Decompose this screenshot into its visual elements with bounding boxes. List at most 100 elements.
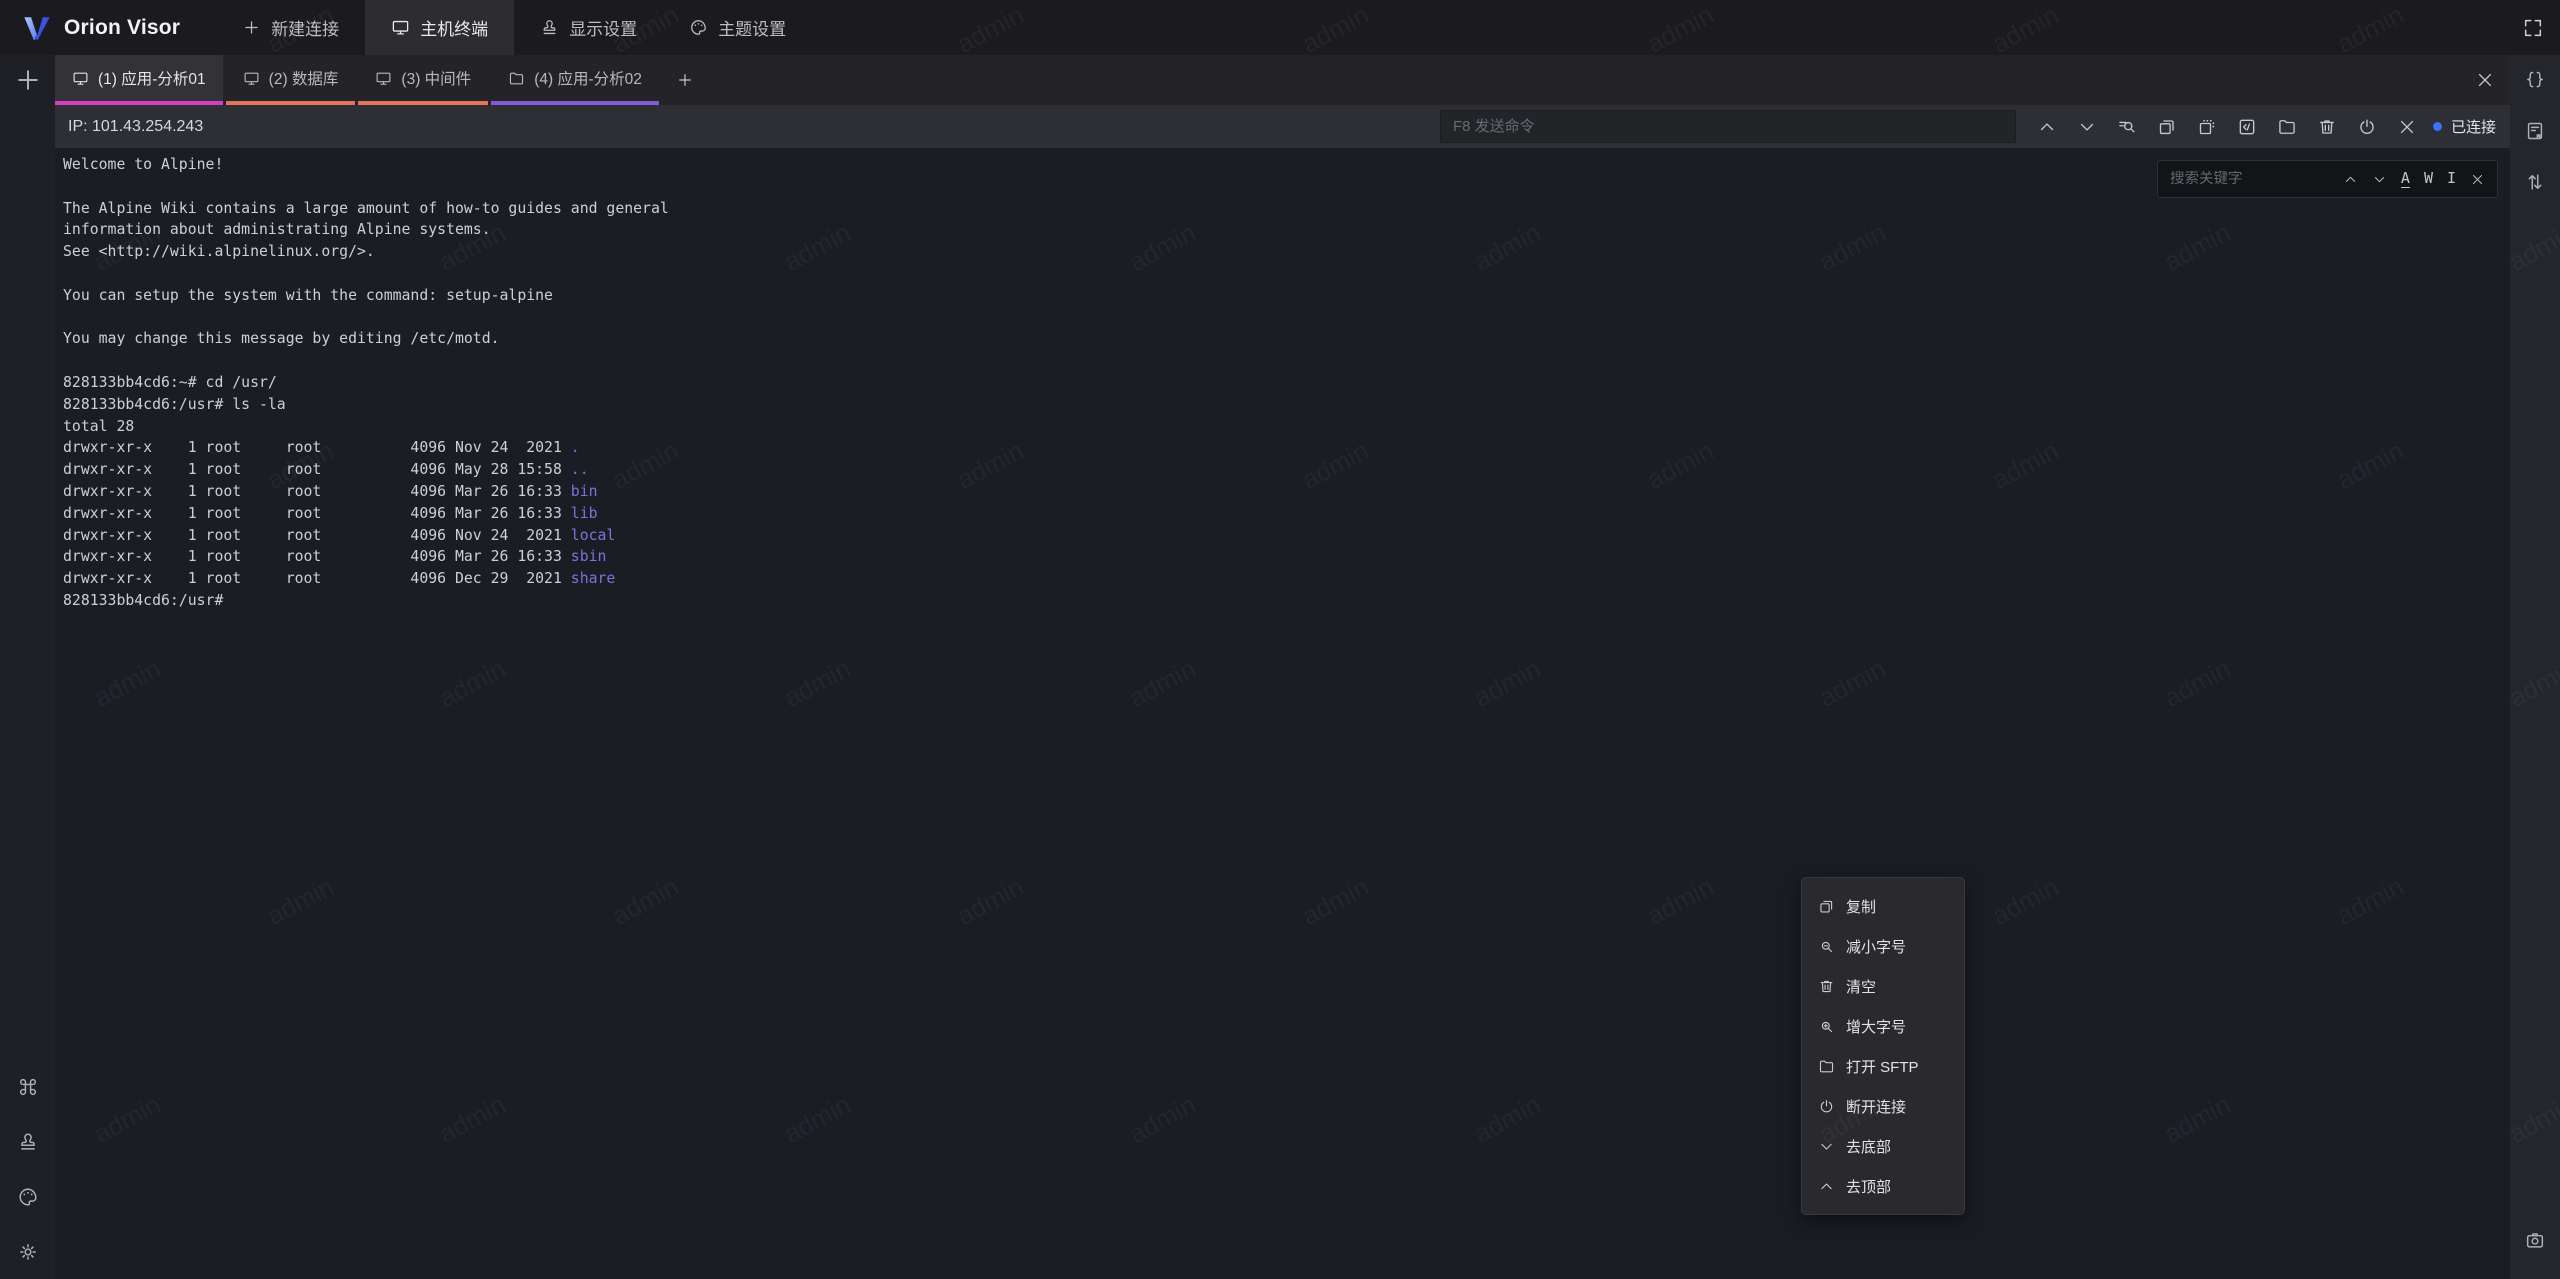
scroll-bottom-button[interactable] [2077,117,2097,137]
tab-label: (4) 应用-分析02 [534,67,642,89]
trash-icon [1818,978,1835,995]
terminal-text-segment: See <http://wiki.alpinelinux.org/>. [63,243,375,260]
terminal-tab-4[interactable]: (4) 应用-分析02 [491,55,659,105]
app-logo: Orion Visor [0,0,192,55]
shortcuts-button[interactable] [17,1076,39,1098]
terminal-line: The Alpine Wiki contains a large amount … [63,198,2510,220]
new-connection-button[interactable] [13,65,43,95]
docs-button[interactable] [2524,120,2546,142]
terminal-directory-name: share [571,570,616,587]
scroll-lock-button[interactable] [2524,171,2546,193]
search-next-button[interactable] [2372,172,2387,187]
context-menu-item-label: 去顶部 [1846,1176,1891,1197]
topbar-menu-item-0[interactable]: 新建连接 [216,0,365,55]
context-menu-item-0[interactable]: 复制 [1802,886,1964,926]
terminal-text-segment: drwxr-xr-x 1 root root 4096 Mar 26 16:33 [63,548,571,565]
disconnect-button[interactable] [2357,117,2377,137]
terminal-directory-name: lib [571,505,598,522]
tab-label: (1) 应用-分析01 [98,67,206,89]
terminal-line: You may change this message by editing /… [63,328,2510,350]
terminal-search-panel: AWI [2157,160,2498,198]
settings-button[interactable] [17,1241,39,1263]
terminal-line [63,263,2510,285]
folder-icon [1818,1058,1835,1075]
tab-label: (2) 数据库 [269,67,339,89]
terminal-line: drwxr-xr-x 1 root root 4096 Dec 29 2021 … [63,568,2510,590]
tab-label: (3) 中间件 [401,67,471,89]
context-menu-item-1[interactable]: 减小字号 [1802,926,1964,966]
terminal-tab-1[interactable]: (1) 应用-分析01 [55,55,223,105]
open-sftp-button[interactable] [2277,117,2297,137]
left-sidebar [0,55,55,1279]
logo-icon [22,13,52,43]
context-menu-item-6[interactable]: 去底部 [1802,1126,1964,1166]
close-all-tabs-button[interactable] [2475,70,2495,90]
terminal-line: drwxr-xr-x 1 root root 4096 Mar 26 16:33… [63,546,2510,568]
terminal-viewport[interactable]: Welcome to Alpine! The Alpine Wiki conta… [55,148,2510,1279]
terminal-text-segment: 828133bb4cd6:~# cd /usr/ [63,374,277,391]
terminal-text-segment: 828133bb4cd6:/usr# ls -la [63,396,286,413]
menu-item-label: 显示设置 [569,15,637,40]
terminal-text-segment: total 28 [63,418,134,435]
search-input[interactable] [2158,171,2343,187]
terminal-tab-3[interactable]: (3) 中间件 [358,55,488,105]
connection-status: 已连接 [2433,116,2500,137]
screenshot-button[interactable] [2524,1229,2546,1251]
terminal-line: drwxr-xr-x 1 root root 4096 Mar 26 16:33… [63,503,2510,525]
zoom-out-icon [1818,938,1835,955]
topbar-menu-item-1[interactable]: 主机终端 [365,0,514,55]
close-terminal-button[interactable] [2397,117,2417,137]
scroll-top-button[interactable] [2037,117,2057,137]
orion-visor-app: Orion Visor 新建连接主机终端 显示设置 主题设置 (1) 应用-分析01… [0,0,2560,1279]
topbar-menu-item-2[interactable]: 显示设置 [514,0,663,55]
search-prev-button[interactable] [2343,172,2358,187]
display-settings-button[interactable] [17,1131,39,1153]
stamp-icon [540,18,559,37]
terminal-line: drwxr-xr-x 1 root root 4096 Mar 26 16:33… [63,481,2510,503]
match-case-button[interactable]: A [2401,170,2410,188]
right-sidebar [2510,55,2560,1279]
power-icon [1818,1098,1835,1115]
copy-button[interactable] [2157,117,2177,137]
context-menu-item-label: 增大字号 [1846,1016,1906,1037]
variables-button[interactable] [2524,69,2546,91]
search-button[interactable] [2117,117,2137,137]
theme-settings-button[interactable] [17,1186,39,1208]
terminal-text-segment: drwxr-xr-x 1 root root 4096 Dec 29 2021 [63,570,571,587]
left-sidebar-bottom [17,1076,39,1279]
topbar-menu-item-3[interactable]: 主题设置 [663,0,812,55]
terminal-directory-name: local [571,527,616,544]
chevron-down-icon [1818,1138,1835,1155]
search-close-button[interactable] [2470,172,2485,187]
terminal-line: information about administrating Alpine … [63,219,2510,241]
context-menu-item-7[interactable]: 去顶部 [1802,1166,1964,1206]
fullscreen-button[interactable] [2522,17,2544,39]
context-menu-item-4[interactable]: 打开 SFTP [1802,1046,1964,1086]
regex-button[interactable]: I [2447,170,2456,187]
terminal-directory-name: .. [571,461,589,478]
menu-item-label: 主题设置 [718,15,786,40]
command-snippet-button[interactable] [2237,117,2257,137]
left-sidebar-top [13,55,43,95]
terminal-line: 828133bb4cd6:~# cd /usr/ [63,372,2510,394]
terminal-line: drwxr-xr-x 1 root root 4096 Nov 24 2021 … [63,437,2510,459]
terminal-tab-2[interactable]: (2) 数据库 [226,55,356,105]
terminal-line: See <http://wiki.alpinelinux.org/>. [63,241,2510,263]
terminal-text-segment: drwxr-xr-x 1 root root 4096 Nov 24 2021 [63,439,571,456]
paste-button[interactable] [2197,117,2217,137]
terminal-line: 828133bb4cd6:/usr# ls -la [63,394,2510,416]
context-menu-item-3[interactable]: 增大字号 [1802,1006,1964,1046]
terminal-text-segment: Welcome to Alpine! [63,156,223,173]
clear-button[interactable] [2317,117,2337,137]
monitor-icon [375,70,392,87]
context-menu-item-5[interactable]: 断开连接 [1802,1086,1964,1126]
terminal-text-segment: information about administrating Alpine … [63,221,491,238]
context-menu-item-2[interactable]: 清空 [1802,966,1964,1006]
right-sidebar-bottom [2524,1229,2546,1279]
whole-word-button[interactable]: W [2424,170,2433,187]
send-command-input[interactable] [1440,110,2016,143]
context-menu-item-label: 打开 SFTP [1846,1056,1919,1077]
new-tab-button[interactable] [662,55,708,105]
terminal-line [63,307,2510,329]
chevron-up-icon [1818,1178,1835,1195]
